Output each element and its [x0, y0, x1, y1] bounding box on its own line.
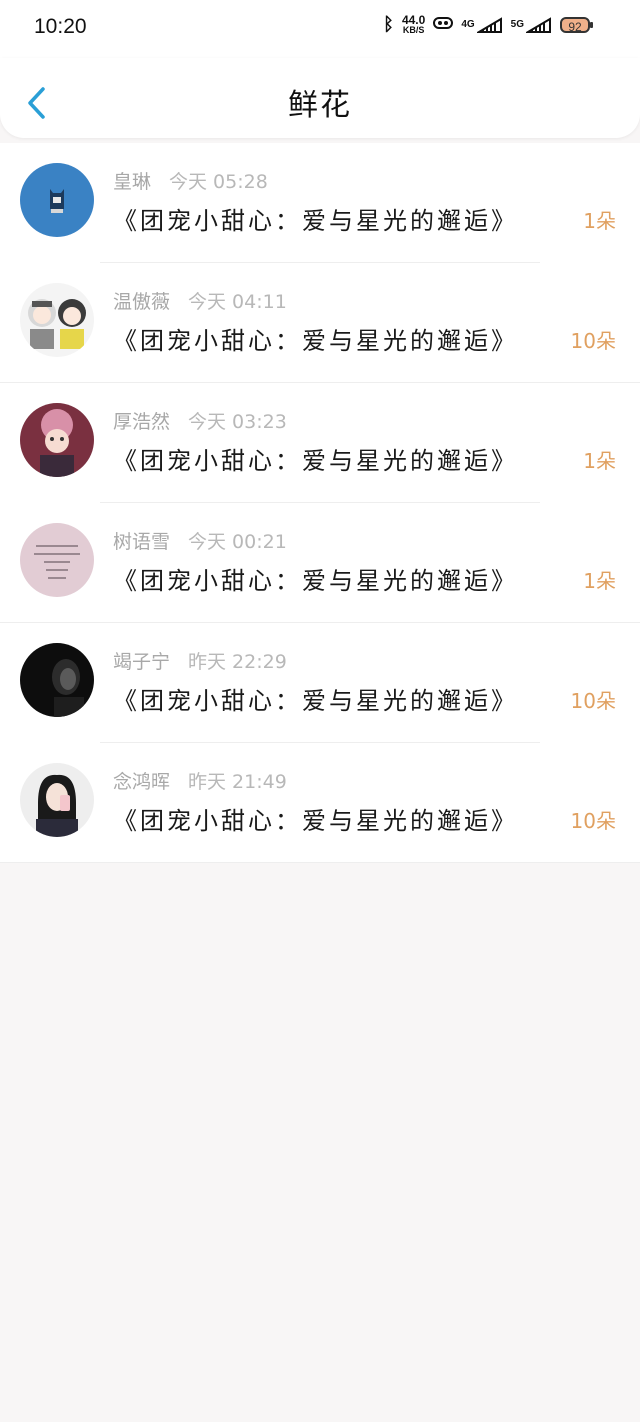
signal-4g-label: 4G: [461, 19, 475, 30]
signal-bars-icon: [526, 16, 551, 33]
list-item[interactable]: 厚浩然 今天 03:23 《团宠小甜心：爱与星光的邂逅》 1朵: [0, 383, 640, 503]
gift-title: 《团宠小甜心：爱与星光的邂逅》: [113, 327, 518, 355]
avatar[interactable]: [20, 163, 94, 237]
network-speed-value: 44.0: [401, 12, 426, 27]
divider: [0, 862, 640, 863]
avatar-image: [20, 763, 94, 837]
avatar[interactable]: [20, 643, 94, 717]
avatar-image: [20, 283, 94, 357]
flower-count: 1朵: [583, 209, 616, 233]
flower-count: 1朵: [583, 449, 616, 473]
item-meta: 温傲薇 今天 04:11: [113, 287, 287, 314]
avatar-image: [20, 643, 94, 717]
list-item[interactable]: 树语雪 今天 00:21 《团宠小甜心：爱与星光的邂逅》 1朵: [0, 503, 640, 623]
avatar-image: [20, 523, 94, 597]
item-meta: 竭子宁 昨天 22:29: [113, 647, 287, 674]
item-time: 今天 04:11: [188, 291, 287, 313]
gift-title: 《团宠小甜心：爱与星光的邂逅》: [113, 687, 518, 715]
user-name: 竭子宁: [113, 651, 171, 673]
flower-count: 10朵: [570, 329, 616, 353]
status-bar: 10:20 ᛒ 44.0 KB/S 4G 5G 92: [0, 0, 640, 58]
item-time: 昨天 21:49: [188, 771, 287, 793]
gift-title: 《团宠小甜心：爱与星光的邂逅》: [113, 207, 518, 235]
item-time: 今天 05:28: [169, 171, 268, 193]
flower-count: 1朵: [583, 569, 616, 593]
signal-4g: 4G: [461, 16, 502, 33]
user-name: 皇琳: [113, 171, 152, 193]
list-item[interactable]: 念鸿晖 昨天 21:49 《团宠小甜心：爱与星光的邂逅》 10朵: [0, 743, 640, 863]
item-time: 昨天 22:29: [188, 651, 287, 673]
list-item[interactable]: 温傲薇 今天 04:11 《团宠小甜心：爱与星光的邂逅》 10朵: [0, 263, 640, 383]
battery-icon: 92: [560, 16, 593, 34]
page-title: 鲜花: [288, 88, 352, 123]
item-time: 今天 00:21: [188, 531, 287, 553]
user-name: 厚浩然: [113, 411, 171, 433]
item-time: 今天 03:23: [188, 411, 287, 433]
gift-title: 《团宠小甜心：爱与星光的邂逅》: [113, 447, 518, 475]
network-speed-unit: KB/S: [402, 24, 425, 35]
avatar[interactable]: [20, 763, 94, 837]
avatar[interactable]: [20, 403, 94, 477]
bluetooth-icon: ᛒ: [383, 14, 394, 34]
flower-count: 10朵: [570, 689, 616, 713]
status-time: 10:20: [34, 15, 87, 38]
item-meta: 厚浩然 今天 03:23: [113, 407, 287, 434]
avatar-image: [20, 163, 94, 237]
item-meta: 树语雪 今天 00:21: [113, 527, 287, 554]
signal-bars-icon: [476, 16, 502, 33]
signal-5g-label: 5G: [510, 19, 524, 30]
avatar-image: [20, 403, 94, 477]
gift-title: 《团宠小甜心：爱与星光的邂逅》: [113, 567, 518, 595]
flower-count: 10朵: [570, 809, 616, 833]
list-item[interactable]: 皇琳 今天 05:28 《团宠小甜心：爱与星光的邂逅》 1朵: [0, 143, 640, 263]
user-name: 念鸿晖: [113, 771, 171, 793]
header: 鲜花: [0, 58, 640, 138]
flower-list: 皇琳 今天 05:28 《团宠小甜心：爱与星光的邂逅》 1朵 温傲薇 今天 04:1…: [0, 143, 640, 863]
avatar[interactable]: [20, 523, 94, 597]
list-item[interactable]: 竭子宁 昨天 22:29 《团宠小甜心：爱与星光的邂逅》 10朵: [0, 623, 640, 743]
item-meta: 念鸿晖 昨天 21:49: [113, 767, 287, 794]
network-speed: 44.0 KB/S: [401, 12, 426, 35]
item-meta: 皇琳 今天 05:28: [113, 167, 268, 194]
hd-call-icon: [433, 15, 454, 35]
signal-5g: 5G: [510, 16, 552, 33]
status-icons: ᛒ 44.0 KB/S 4G 5G 92: [383, 12, 593, 35]
avatar[interactable]: [20, 283, 94, 357]
gift-title: 《团宠小甜心：爱与星光的邂逅》: [113, 807, 518, 835]
user-name: 温傲薇: [113, 291, 171, 313]
user-name: 树语雪: [113, 531, 171, 553]
